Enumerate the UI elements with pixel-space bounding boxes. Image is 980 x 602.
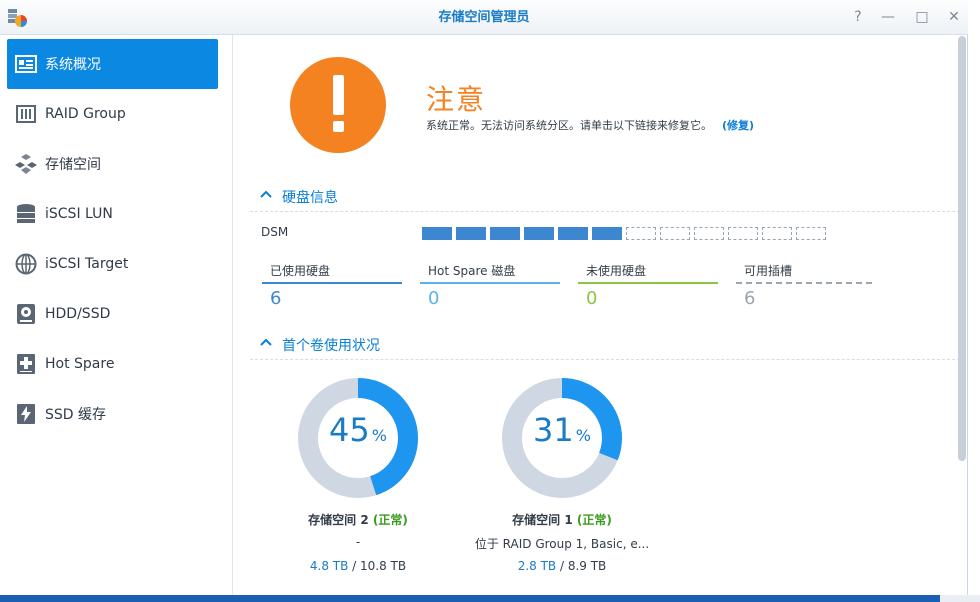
- volume-usage-donut[interactable]: 31%: [497, 373, 627, 503]
- disk-slot-used[interactable]: [558, 227, 588, 240]
- usage-percent-unit: %: [575, 426, 591, 445]
- volume-name: 存储空间 1 (正常): [442, 511, 682, 528]
- stat-underline: [736, 282, 876, 284]
- iscsi-target-icon: [15, 253, 37, 275]
- disk-slot-empty[interactable]: [626, 227, 656, 240]
- status-message: 系统正常。无法访问系统分区。请单击以下链接来修复它。 (修复): [426, 117, 754, 133]
- stat-underline: [578, 282, 718, 284]
- stat-value: 0: [586, 288, 598, 309]
- iscsi-lun-icon: [15, 203, 37, 225]
- hot-spare-icon: [15, 353, 37, 375]
- volume-total: / 8.9 TB: [556, 559, 607, 573]
- sidebar-item-label: iSCSI Target: [45, 256, 129, 272]
- disk-slot-empty[interactable]: [660, 227, 690, 240]
- section-title: 首个卷使用状况: [282, 338, 380, 354]
- stat-value: 6: [744, 288, 756, 309]
- disk-info-section-header[interactable]: 硬盘信息: [250, 186, 965, 212]
- sidebar-item-label: RAID Group: [45, 106, 126, 122]
- sidebar-item-hot-spare[interactable]: Hot Spare: [7, 339, 218, 389]
- sidebar-item-overview[interactable]: 系统概况: [7, 39, 218, 89]
- stat-label: 未使用硬盘: [586, 264, 647, 278]
- volume-status: (正常): [576, 513, 612, 527]
- disk-slot-used[interactable]: [422, 227, 452, 240]
- disk-slot-used[interactable]: [592, 227, 622, 240]
- usage-percent-unit: %: [371, 426, 387, 445]
- sidebar-item-iscsi-lun[interactable]: iSCSI LUN: [7, 189, 218, 239]
- chevron-up-icon: [260, 190, 272, 198]
- volume-used: 4.8 TB: [309, 559, 349, 573]
- sidebar-item-iscsi-target[interactable]: iSCSI Target: [7, 239, 218, 289]
- volume-name-text: 存储空间 2: [308, 513, 369, 527]
- usage-percent: 31%: [497, 411, 627, 449]
- stat-underline: [420, 282, 560, 284]
- vertical-scrollbar[interactable]: [958, 36, 966, 461]
- sidebar: 系统概况 RAID Group 存储空间 iSCSI LUN iSCSI Tar…: [0, 35, 233, 595]
- warning-exclamation-dot: [333, 121, 344, 132]
- disk-slot-empty[interactable]: [796, 227, 826, 240]
- stat-label: 可用插槽: [744, 264, 793, 278]
- storage-volume-icon: [15, 153, 37, 175]
- status-message-text: 系统正常。无法访问系统分区。请单击以下链接来修复它。: [426, 119, 712, 132]
- stat-label: 已使用硬盘: [270, 264, 331, 278]
- volume-usage-section-header[interactable]: 首个卷使用状况: [250, 334, 965, 360]
- chevron-up-icon: [260, 338, 272, 346]
- disk-slot-empty[interactable]: [694, 227, 724, 240]
- minimize-button[interactable]: —: [879, 8, 897, 26]
- stat-value: 0: [428, 288, 440, 309]
- warning-exclamation-bar: [333, 75, 344, 115]
- hdd-icon: [15, 303, 37, 325]
- window-title: 存储空间管理员: [438, 10, 530, 25]
- storage-manager-window: 存储空间管理员 ? — □ ✕ 系统概况 RAID Group 存储空间 iSC…: [0, 0, 968, 595]
- usage-percent-value: 45: [329, 411, 370, 449]
- usage-percent: 45%: [293, 411, 423, 449]
- raid-group-icon: [15, 103, 37, 125]
- volume-name-text: 存储空间 1: [512, 513, 573, 527]
- overview-icon: [15, 53, 37, 75]
- sidebar-item-label: HDD/SSD: [45, 306, 111, 322]
- dsm-label: DSM: [261, 225, 289, 239]
- sidebar-item-label: SSD 缓存: [45, 407, 107, 423]
- sidebar-item-label: 系统概况: [45, 57, 101, 73]
- sidebar-item-hdd-ssd[interactable]: HDD/SSD: [7, 289, 218, 339]
- disk-slot-used[interactable]: [456, 227, 486, 240]
- volume-capacity: 2.8 TB / 8.9 TB: [442, 559, 682, 573]
- maximize-button[interactable]: □: [913, 8, 931, 26]
- help-button[interactable]: ?: [849, 8, 867, 26]
- title-bar[interactable]: 存储空间管理员 ? — □ ✕: [0, 0, 968, 35]
- section-title: 硬盘信息: [282, 190, 338, 206]
- volume-used: 2.8 TB: [517, 559, 557, 573]
- stat-available-slots: 可用插槽 6: [736, 262, 876, 314]
- disk-slot-empty[interactable]: [762, 227, 792, 240]
- stat-unused-disks: 未使用硬盘 0: [578, 262, 718, 314]
- usage-percent-value: 31: [533, 411, 574, 449]
- disk-slot-empty[interactable]: [728, 227, 758, 240]
- sidebar-item-ssd-cache[interactable]: SSD 缓存: [7, 389, 218, 439]
- sidebar-item-label: Hot Spare: [45, 356, 115, 372]
- stat-used-disks: 已使用硬盘 6: [262, 262, 402, 314]
- sidebar-item-raid-group[interactable]: RAID Group: [7, 89, 218, 139]
- close-button[interactable]: ✕: [945, 8, 963, 26]
- repair-link[interactable]: (修复): [722, 119, 754, 132]
- disk-slot-used[interactable]: [524, 227, 554, 240]
- status-title: 注意: [426, 83, 487, 116]
- volume-status: (正常): [372, 513, 408, 527]
- disk-slot-used[interactable]: [490, 227, 520, 240]
- taskbar: [0, 595, 980, 602]
- stat-value: 6: [270, 288, 282, 309]
- ssd-cache-icon: [15, 403, 37, 425]
- taskbar-tray: [940, 595, 980, 602]
- volume-total: / 10.8 TB: [348, 559, 407, 573]
- sidebar-item-label: 存储空间: [45, 157, 101, 173]
- sidebar-item-label: iSCSI LUN: [45, 206, 113, 222]
- stat-hot-spare-disks: Hot Spare 磁盘 0: [420, 262, 560, 314]
- stat-underline: [262, 282, 402, 284]
- stat-label: Hot Spare 磁盘: [428, 264, 516, 278]
- sidebar-item-storage-volume[interactable]: 存储空间: [7, 139, 218, 189]
- volume-usage-donut[interactable]: 45%: [293, 373, 423, 503]
- volume-subtitle: 位于 RAID Group 1, Basic, e...: [474, 537, 650, 551]
